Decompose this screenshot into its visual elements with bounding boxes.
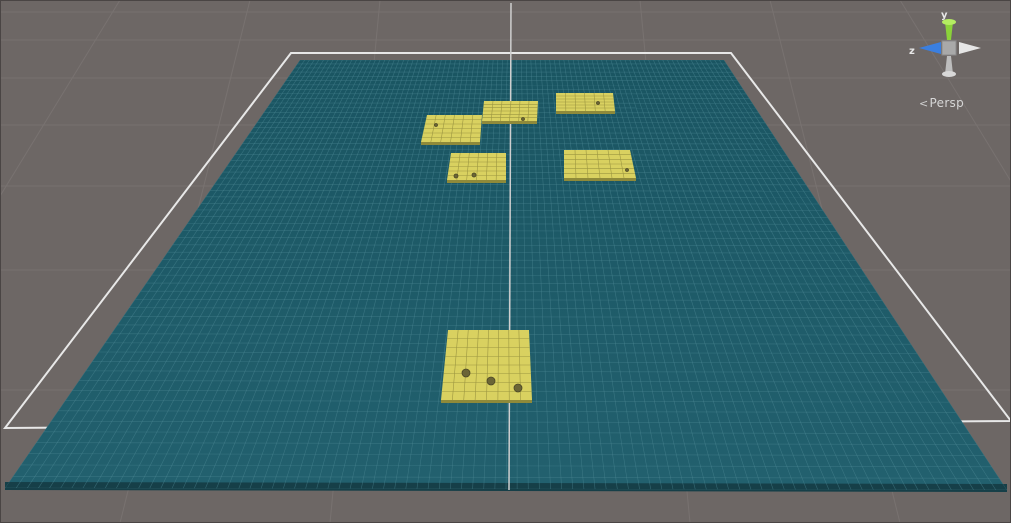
rock-prop[interactable] <box>453 173 459 179</box>
rock-prop[interactable] <box>434 123 438 127</box>
rock-prop[interactable] <box>596 101 600 105</box>
rock-prop[interactable] <box>486 376 496 386</box>
island-edge <box>441 400 532 403</box>
gizmo-y-label: y <box>941 10 948 21</box>
rock-prop[interactable] <box>521 117 525 121</box>
island-tile-group[interactable] <box>421 114 482 145</box>
gizmo-z-cone[interactable] <box>919 42 941 54</box>
perspective-indicator-icon: < <box>919 97 929 110</box>
island-edge <box>447 180 506 183</box>
projection-label: Persp <box>929 96 965 110</box>
scene-orientation-gizmo-icon[interactable]: y z <Persp <box>907 8 997 118</box>
gizmo-neg-y-cap <box>942 71 956 77</box>
island-edge <box>482 121 537 124</box>
gizmo-graphic <box>919 19 981 77</box>
gizmo-z-label: z <box>909 46 915 57</box>
gizmo-center-cube[interactable] <box>941 40 957 56</box>
island-tile-group[interactable] <box>564 149 636 181</box>
scene-viewport[interactable]: y z <Persp <box>0 0 1011 523</box>
rock-prop[interactable] <box>461 368 471 378</box>
gizmo-x-cone[interactable] <box>959 42 981 54</box>
scene-canvas[interactable] <box>0 0 1011 523</box>
rock-prop[interactable] <box>471 172 477 178</box>
island-tile-group[interactable] <box>447 152 506 183</box>
island-edge <box>564 178 636 181</box>
island-tile-group[interactable] <box>482 100 538 124</box>
rock-prop[interactable] <box>625 168 629 172</box>
island-tile-group[interactable] <box>556 92 615 114</box>
rock-prop[interactable] <box>513 383 523 393</box>
island-edge <box>556 111 615 114</box>
island-edge <box>421 142 480 145</box>
projection-toggle[interactable]: <Persp <box>919 96 964 110</box>
